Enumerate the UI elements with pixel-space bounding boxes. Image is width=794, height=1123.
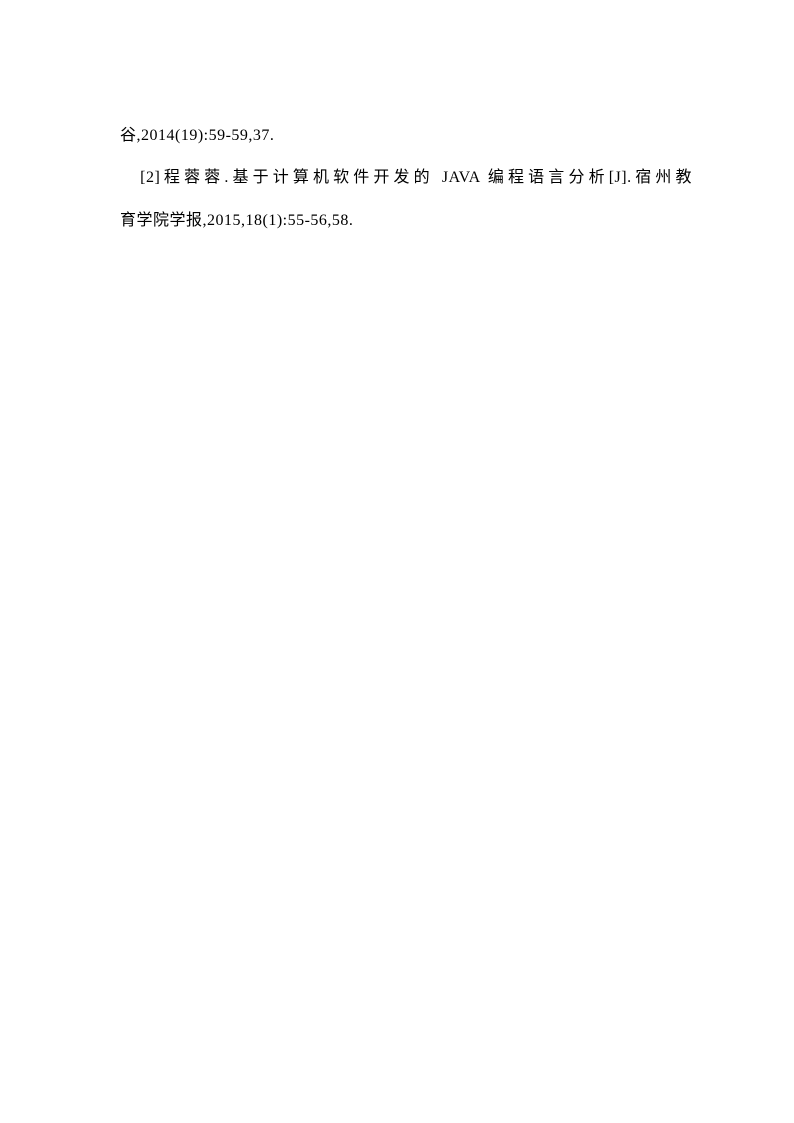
reference-line-2: [2]程蓉蓉.基于计算机软件开发的 JAVA 编程语言分析[J].宿州教 xyxy=(120,157,692,199)
reference-line-3: 育学院学报,2015,18(1):55-56,58. xyxy=(120,200,692,242)
reference-line-1: 谷,2014(19):59-59,37. xyxy=(120,115,692,157)
document-body: 谷,2014(19):59-59,37. [2]程蓉蓉.基于计算机软件开发的 J… xyxy=(0,0,794,242)
